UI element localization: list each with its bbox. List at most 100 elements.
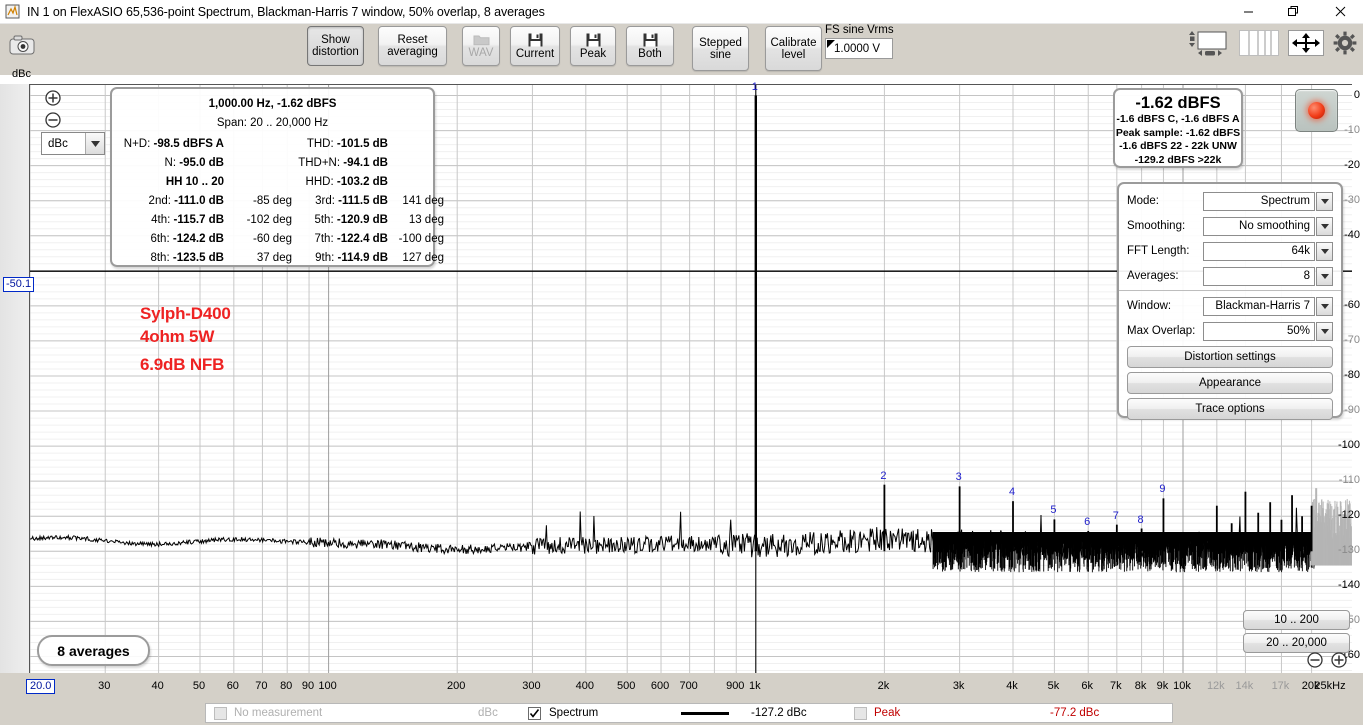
y-tick--120: -120	[1337, 509, 1360, 522]
setting-value-2[interactable]: 64k	[1203, 241, 1315, 261]
pan-arrows-icon[interactable]	[1288, 30, 1324, 56]
range-button-20-20000[interactable]: 20 .. 20,000	[1243, 633, 1350, 653]
spectrum-trace-label: Spectrum	[549, 707, 599, 719]
close-button[interactable]	[1317, 0, 1363, 24]
distortion-row-right-3: 3rd: -111.5 dB	[315, 195, 388, 207]
spectrum-checkbox[interactable]	[528, 706, 541, 720]
distortion-row-right-phase-2	[388, 173, 444, 192]
x-tick-200: 200	[447, 680, 466, 692]
reset-averaging-line1: Reset	[397, 34, 428, 46]
distortion-settings-button[interactable]: Distortion settings	[1127, 346, 1333, 368]
level-readout-line2: -1.6 dBFS C, -1.6 dBFS A	[1116, 113, 1240, 125]
setting-value-1[interactable]: No smoothing	[1203, 216, 1315, 236]
show-distortion-button[interactable]: Show distortion	[307, 26, 364, 66]
calibrate-level-button[interactable]: Calibrate level	[765, 26, 822, 71]
maximize-button[interactable]	[1271, 0, 1317, 24]
x-tick-40: 40	[151, 680, 164, 692]
distortion-row-right-phase-3: 141 deg	[402, 195, 444, 207]
x-tick-700: 700	[679, 680, 698, 692]
floppy-disk-icon	[586, 33, 600, 46]
minimize-button[interactable]	[1225, 0, 1271, 24]
chevron-down-icon[interactable]	[1316, 191, 1333, 211]
x-cursor-readout[interactable]: 20.0	[26, 679, 56, 694]
setting-label-2: FFT Length:	[1127, 245, 1190, 257]
distortion-row-right-5: 7th: -122.4 dB	[314, 233, 388, 245]
setting-label-1: Smoothing:	[1127, 220, 1186, 232]
chevron-down-icon[interactable]	[1316, 321, 1333, 341]
columns-icon[interactable]	[1239, 30, 1279, 56]
x-tick-100: 100	[318, 680, 337, 692]
distortion-row-right-0: THD: -101.5 dB	[306, 138, 388, 150]
x-zoom-in-button[interactable]	[1331, 652, 1347, 673]
fs-sine-input[interactable]: 1.0000 V	[825, 38, 893, 59]
stepped-sine-line1: Stepped	[699, 36, 742, 49]
record-indicator-icon	[1308, 102, 1325, 119]
span-readout: Span: 20 .. 20,000 Hz	[120, 114, 425, 133]
x-tick-30: 30	[98, 680, 111, 692]
save-peak-button[interactable]: Peak	[570, 26, 616, 66]
gear-icon[interactable]	[1333, 31, 1357, 55]
y-cursor-readout[interactable]: -50.1	[3, 277, 35, 292]
reset-averaging-line2: averaging	[387, 46, 438, 58]
y-unit-selector[interactable]: dBc	[41, 132, 105, 155]
camera-icon[interactable]	[8, 33, 36, 57]
chevron-down-icon[interactable]	[85, 133, 104, 154]
restore-icon	[1288, 5, 1298, 16]
x-zoom-controls	[1307, 652, 1347, 673]
x-tick-1k: 1k	[748, 680, 761, 692]
spectrum-trace-swatch	[681, 711, 729, 715]
appearance-button[interactable]: Appearance	[1127, 372, 1333, 394]
range-button-10-200[interactable]: 10 .. 200	[1243, 610, 1350, 630]
x-tick-50: 50	[192, 680, 206, 692]
x-zoom-out-button[interactable]	[1307, 652, 1323, 673]
window-title: IN 1 on FlexASIO 65,536-point Spectrum, …	[27, 4, 545, 19]
x-tick-900: 900	[726, 680, 745, 692]
save-current-button[interactable]: Current	[510, 26, 560, 66]
fs-sine-label: FS sine Vrms	[825, 24, 894, 36]
trace-options-button[interactable]: Trace options	[1127, 398, 1333, 420]
status-unit-label: dBc	[478, 707, 498, 719]
setting-label-3: Averages:	[1127, 270, 1179, 282]
wav-label: WAV	[468, 47, 494, 59]
distortion-row-left-6: 8th: -123.5 dB	[150, 252, 224, 264]
setting-row-5: Max Overlap: 50%	[1127, 320, 1333, 342]
harmonic-marker-6: 6	[1084, 515, 1091, 528]
distortion-row-left-5: 6th: -124.2 dB	[150, 233, 224, 245]
setting-row-1: Smoothing: No smoothing	[1127, 215, 1333, 237]
x-tick-25kHz: 25kHz	[1314, 680, 1346, 692]
chevron-down-icon[interactable]	[1316, 296, 1333, 316]
stepped-sine-button[interactable]: Stepped sine	[692, 26, 749, 71]
x-tick-500: 500	[617, 680, 636, 692]
y-tick--100: -100	[1337, 439, 1360, 452]
annotation-line2: 4ohm 5W	[140, 327, 215, 346]
peak-checkbox[interactable]	[854, 706, 867, 720]
chevron-down-icon[interactable]	[1316, 216, 1333, 236]
folder-icon	[473, 35, 489, 46]
setting-label-5: Max Overlap:	[1127, 325, 1196, 337]
no-measurement-checkbox[interactable]	[214, 706, 227, 720]
minus-circle-icon	[45, 112, 61, 128]
window-title-bar: IN 1 on FlexASIO 65,536-point Spectrum, …	[0, 0, 1363, 24]
averages-badge: 8 averages	[37, 635, 150, 666]
setting-value-4[interactable]: Blackman-Harris 7	[1203, 296, 1315, 316]
y-zoom-out-button[interactable]	[45, 112, 61, 128]
x-tick-10k: 10k	[1173, 680, 1191, 692]
setting-value-0[interactable]: Spectrum	[1203, 191, 1315, 211]
distortion-row-left-phase-0	[224, 135, 292, 154]
toolbar-right-icons	[1186, 28, 1357, 58]
distortion-row-right-phase-4: 13 deg	[408, 214, 444, 226]
save-both-button[interactable]: Both	[626, 26, 674, 66]
minus-circle-icon	[1307, 652, 1323, 668]
x-tick-600: 600	[650, 680, 670, 692]
x-tick-80: 80	[280, 680, 293, 692]
harmonic-marker-8: 8	[1137, 513, 1144, 526]
setting-value-3[interactable]: 8	[1203, 266, 1315, 286]
level-readout-panel: -1.62 dBFS -1.6 dBFS C, -1.6 dBFS A Peak…	[1113, 88, 1243, 168]
record-button[interactable]	[1295, 89, 1338, 132]
scroll-pad-icon[interactable]	[1186, 28, 1230, 58]
setting-value-5[interactable]: 50%	[1203, 321, 1315, 341]
chevron-down-icon[interactable]	[1316, 266, 1333, 286]
reset-averaging-button[interactable]: Reset averaging	[378, 26, 447, 66]
chevron-down-icon[interactable]	[1316, 241, 1333, 261]
y-zoom-in-button[interactable]	[45, 90, 61, 106]
